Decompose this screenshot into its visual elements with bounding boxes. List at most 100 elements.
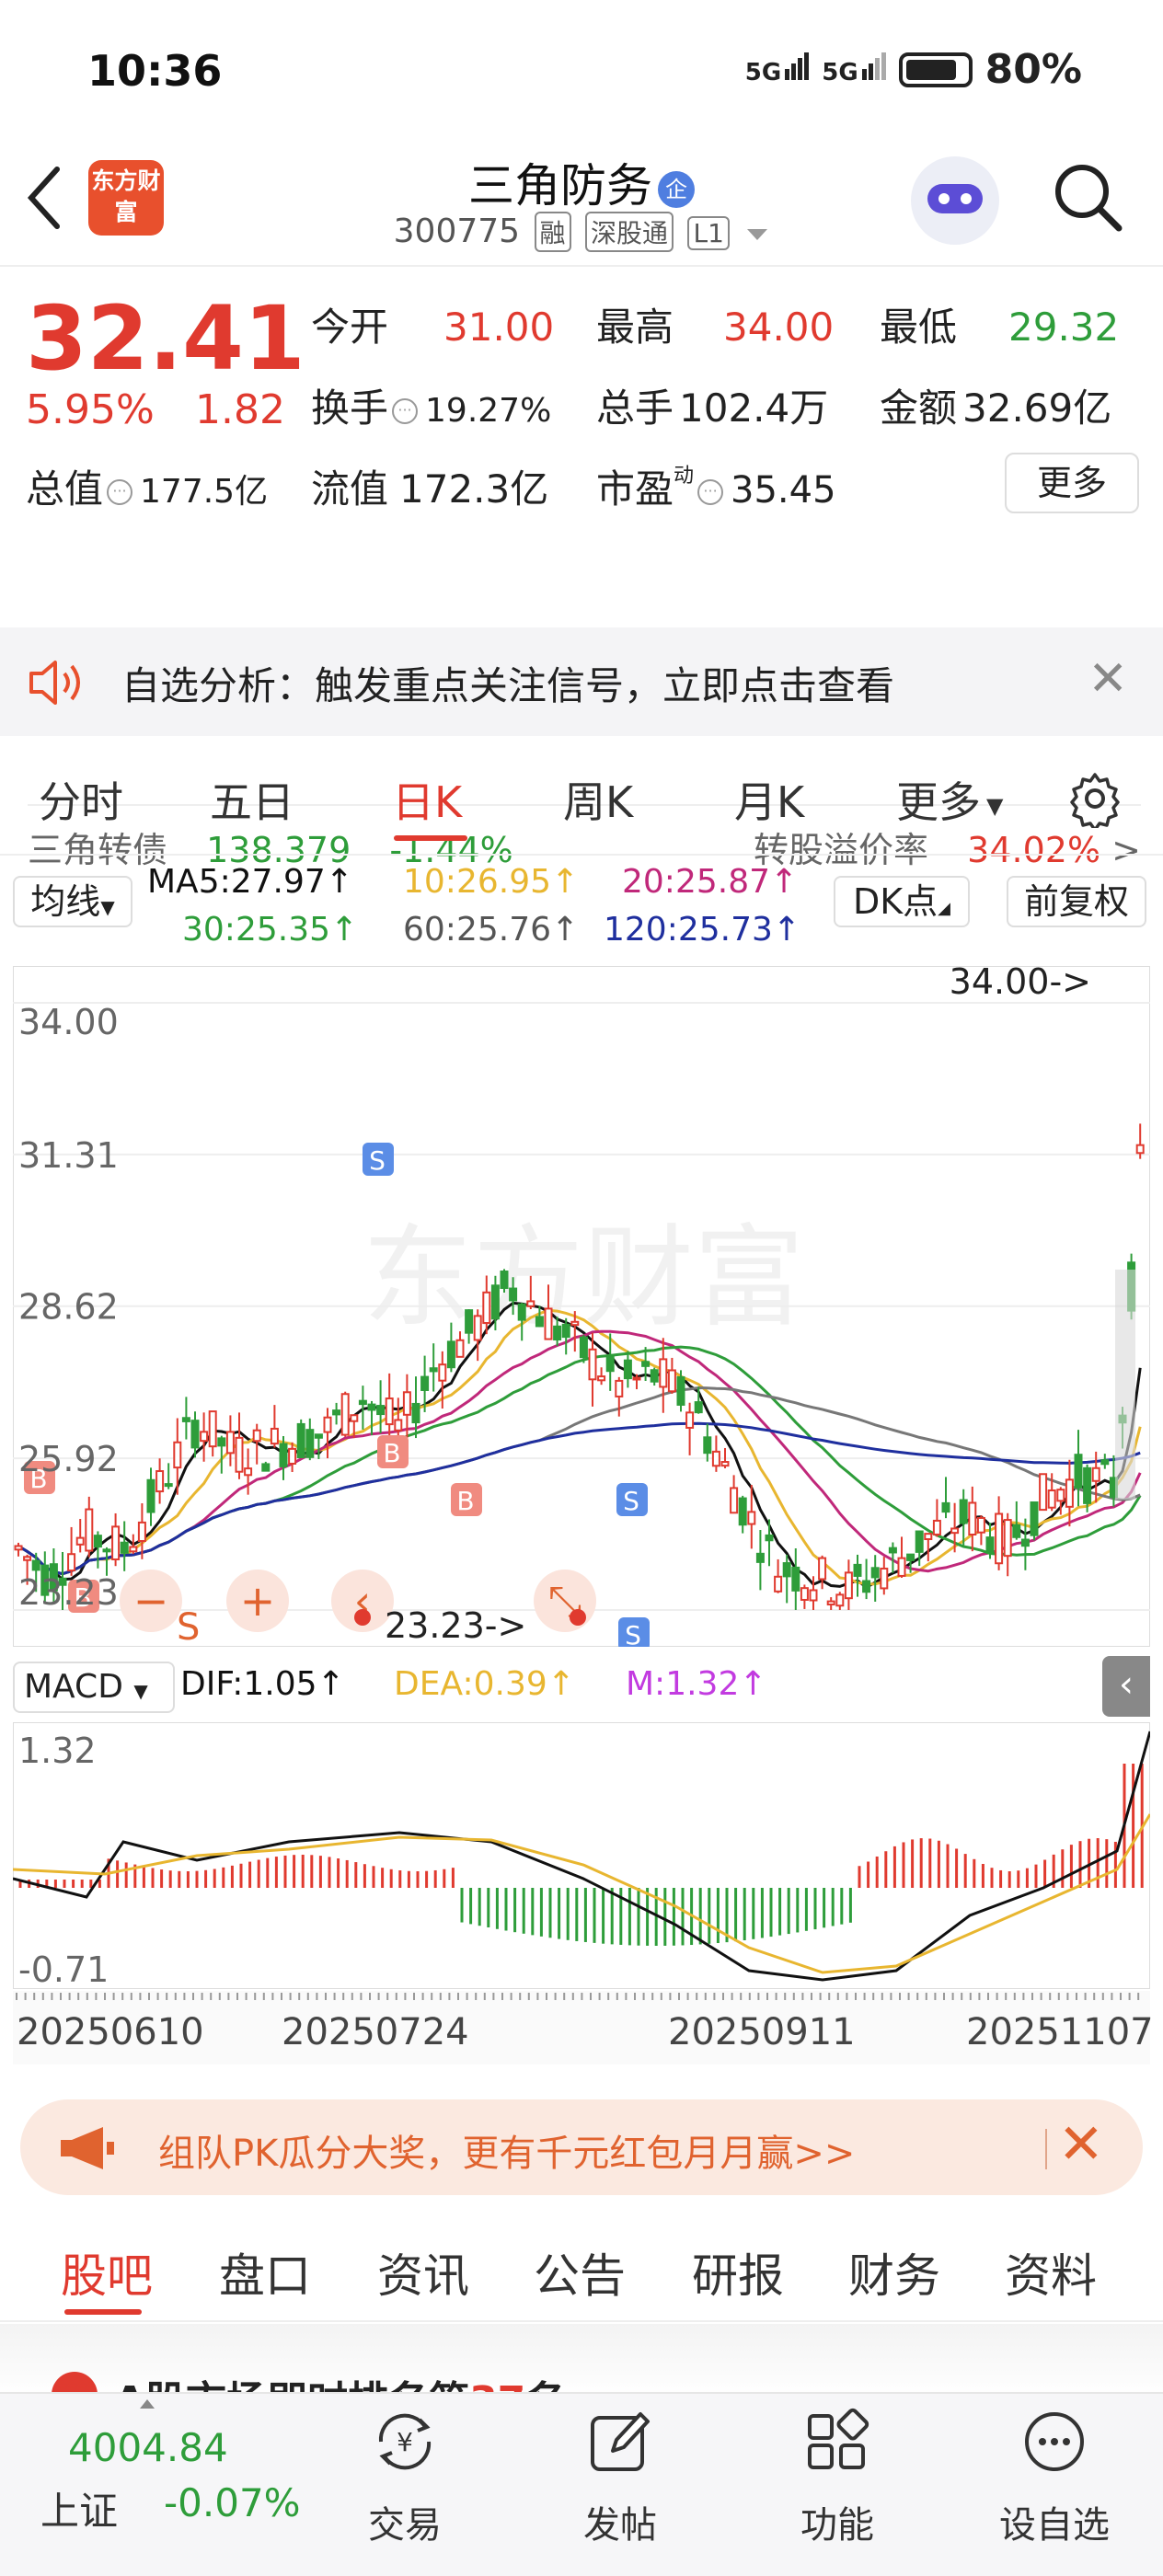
last-price: 32.41 bbox=[26, 287, 305, 390]
svg-text:+: + bbox=[240, 1576, 276, 1626]
tab-weekly-k[interactable]: 周K bbox=[563, 769, 633, 830]
tab-five-day[interactable]: 五日 bbox=[210, 769, 294, 830]
tab-intraday[interactable]: 分时 bbox=[39, 769, 123, 830]
more-button[interactable]: 更多 bbox=[1005, 453, 1139, 513]
caret-up-icon bbox=[140, 2399, 155, 2409]
promo-banner[interactable]: 组队PK瓜分大奖，更有千元红包月月赢>> ✕ bbox=[20, 2099, 1143, 2195]
info-dots-icon: ··· bbox=[697, 478, 724, 505]
tab-profile[interactable]: 资料 bbox=[1005, 2239, 1097, 2306]
high-marker: 34.00-> bbox=[950, 966, 1091, 1002]
y-tick-label: 28.62 bbox=[18, 1287, 119, 1328]
macd-svg[interactable]: 1.32 -0.71 bbox=[12, 1721, 1152, 1990]
collapse-panel-icon[interactable]: ‹ bbox=[1102, 1656, 1150, 1717]
caret-down-icon: ▼ bbox=[133, 1680, 148, 1702]
tab-guba[interactable]: 股吧 bbox=[61, 2239, 153, 2306]
edit-icon bbox=[591, 2412, 650, 2471]
svg-text:−: − bbox=[133, 1576, 169, 1626]
indicator-selector[interactable]: MACD ▼ bbox=[13, 1662, 175, 1713]
macd-chart[interactable]: 1.32 -0.71 bbox=[12, 1721, 1152, 1990]
tab-pankou[interactable]: 盘口 bbox=[219, 2239, 311, 2306]
close-icon[interactable]: ✕ bbox=[1088, 651, 1128, 707]
low-marker: 23.23-> bbox=[385, 1605, 526, 1646]
volume-cell: 总手 102.4万 bbox=[596, 385, 829, 431]
tab-finance[interactable]: 财务 bbox=[848, 2239, 940, 2306]
svg-text:B: B bbox=[383, 1438, 400, 1468]
notice-text: 自选分析：触发重点关注信号，立即点击查看 bbox=[121, 663, 895, 708]
change-amount: 1.82 bbox=[195, 386, 285, 433]
gear-icon[interactable] bbox=[1065, 769, 1124, 832]
chart-tabs: 分时 五日 日K 周K 月K 更多 ▼ bbox=[0, 736, 1163, 856]
notice-banner[interactable]: 自选分析：触发重点关注信号，立即点击查看 ✕ bbox=[0, 627, 1163, 736]
index-value[interactable]: 4004.84 bbox=[68, 2425, 228, 2470]
tab-news[interactable]: 资讯 bbox=[377, 2239, 469, 2306]
signal-5g-icon: 5G bbox=[745, 52, 810, 86]
market-cap-cell[interactable]: 总值 ··· 177.5亿 bbox=[26, 458, 268, 514]
macd-y-bottom: -0.71 bbox=[18, 1949, 109, 1989]
battery-icon bbox=[898, 52, 973, 87]
dif-value: DIF:1.05↑ bbox=[180, 1665, 345, 1703]
active-tab-underline bbox=[64, 2309, 142, 2315]
kline-svg[interactable]: 东方财富 BBSBB SS− + ‹ ⤡ 34.0031.3128.6225.9223.… bbox=[12, 961, 1151, 1650]
adjust-selector[interactable]: 前复权 bbox=[1007, 876, 1146, 927]
assistant-robot-icon[interactable] bbox=[911, 156, 999, 245]
megaphone-icon bbox=[61, 2127, 114, 2169]
tab-daily-k[interactable]: 日K bbox=[392, 769, 462, 830]
turnover-cell[interactable]: 换手 ··· 19.27% bbox=[311, 377, 551, 433]
stock-header: 东方财富 三角防务企 300775 融 深股通 L1 bbox=[0, 138, 1163, 267]
tab-more[interactable]: 更多 ▼ bbox=[896, 769, 1003, 830]
nav-functions[interactable]: 功能 bbox=[773, 2407, 902, 2548]
grid-icon bbox=[808, 2408, 869, 2469]
close-icon[interactable]: ✕ bbox=[1058, 2112, 1104, 2177]
search-icon[interactable] bbox=[1051, 160, 1124, 234]
bottom-nav: 4004.84 上证 -0.07% ¥ 交易 发帖 功能 设自选 bbox=[0, 2392, 1163, 2576]
ma-bar: 均线▼ MA5:27.97↑ 10:26.95↑ 20:25.87↑ 30:25… bbox=[0, 856, 1163, 966]
tab-announcements[interactable]: 公告 bbox=[534, 2239, 626, 2306]
s-label: S bbox=[177, 1606, 200, 1647]
ma5-value: MA5:27.97↑ bbox=[147, 863, 353, 901]
date-label: 20250610 bbox=[17, 2011, 204, 2053]
nav-add-watchlist[interactable]: 设自选 bbox=[990, 2407, 1119, 2548]
caret-down-icon: ▼ bbox=[986, 792, 1004, 819]
float-cap-cell: 流值 172.3亿 bbox=[311, 466, 549, 512]
content-tabs: 股吧 盘口 资讯 公告 研报 财务 资料 bbox=[0, 2212, 1163, 2322]
average-line-selector[interactable]: 均线▼ bbox=[13, 876, 132, 927]
y-tick-label: 34.00 bbox=[18, 1002, 119, 1042]
index-name[interactable]: 上证 bbox=[40, 2480, 118, 2536]
watermark: 东方财富 bbox=[363, 1214, 804, 1342]
low-cell: 最低 29.32 bbox=[880, 305, 1120, 350]
index-change[interactable]: -0.07% bbox=[164, 2480, 301, 2525]
kline-chart[interactable]: 东方财富 B B S B B S S − + ‹ ⤡ 34.00 31.31 28.62 25.92 23.… bbox=[12, 961, 1151, 1650]
date-axis: 20250610 20250724 20250911 20251107 bbox=[13, 1991, 1154, 2064]
pe-cell[interactable]: 市盈动··· 35.45 bbox=[596, 458, 836, 514]
dea-value: DEA:0.39↑ bbox=[394, 1665, 575, 1703]
dropdown-caret-icon[interactable] bbox=[745, 227, 769, 242]
nav-post[interactable]: 发帖 bbox=[556, 2407, 685, 2548]
nav-trade[interactable]: ¥ 交易 bbox=[340, 2407, 469, 2548]
tab-research[interactable]: 研报 bbox=[692, 2239, 784, 2306]
ma120-value: 120:25.73↑ bbox=[604, 911, 801, 949]
tag-connect: 深股通 bbox=[585, 212, 674, 252]
ranking-peek[interactable]: A股市场即时排名第37名 bbox=[0, 2324, 1163, 2398]
battery-level: 80% bbox=[985, 46, 1082, 93]
y-tick-label: 23.23 bbox=[18, 1572, 119, 1613]
caret-icon: ◢ bbox=[938, 899, 951, 918]
svg-text:S: S bbox=[623, 1486, 639, 1516]
more-dots-icon bbox=[1025, 2412, 1084, 2471]
date-label: 20251107 bbox=[966, 2011, 1154, 2053]
tab-monthly-k[interactable]: 月K bbox=[734, 769, 804, 830]
m-value: M:1.32↑ bbox=[626, 1665, 767, 1703]
svg-text:B: B bbox=[456, 1486, 474, 1516]
info-dots-icon: ··· bbox=[107, 478, 133, 505]
caret-down-icon: ▼ bbox=[100, 896, 115, 918]
ma10-value: 10:26.95↑ bbox=[403, 863, 580, 901]
speaker-icon bbox=[28, 657, 86, 708]
enterprise-badge: 企 bbox=[658, 170, 695, 208]
stock-code: 300775 bbox=[393, 213, 521, 250]
y-tick-label: 25.92 bbox=[18, 1439, 119, 1479]
date-label: 20250724 bbox=[282, 2011, 469, 2053]
active-tab-underline bbox=[394, 835, 467, 841]
svg-text:S: S bbox=[369, 1145, 386, 1176]
status-bar: 10:36 5G 5G 80% bbox=[0, 0, 1163, 138]
open-cell: 今开 31.00 bbox=[311, 305, 555, 350]
dk-point-selector[interactable]: DK点◢ bbox=[834, 876, 970, 927]
